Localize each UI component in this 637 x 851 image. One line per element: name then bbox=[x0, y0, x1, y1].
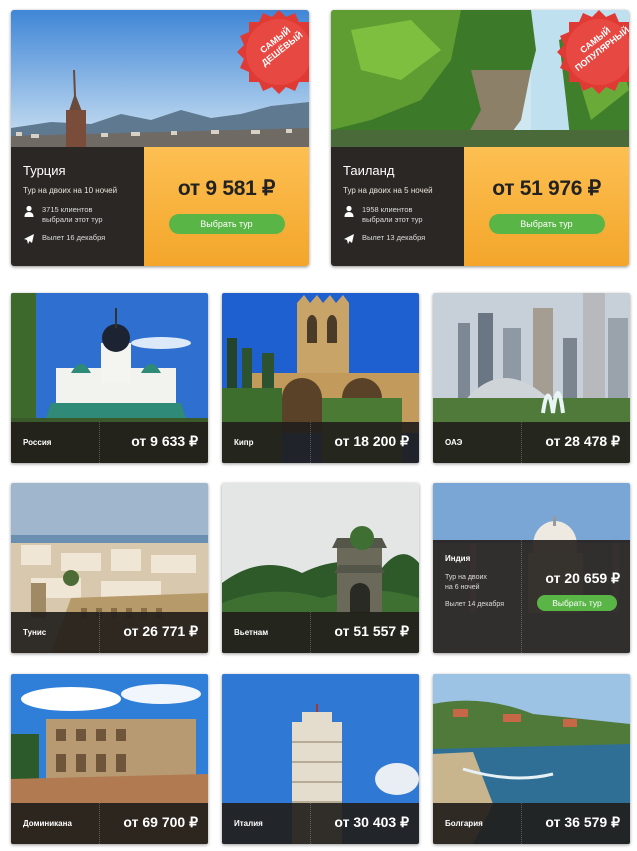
price: от 69 700 ₽ bbox=[123, 814, 198, 830]
tour-card-cyprus[interactable]: Кипр от 18 200 ₽ bbox=[222, 293, 419, 463]
tour-card-bulgaria[interactable]: Болгария от 36 579 ₽ bbox=[433, 674, 630, 844]
featured-price-panel: от 51 976 ₽ Выбрать тур bbox=[464, 147, 629, 266]
price: от 30 403 ₽ bbox=[334, 814, 409, 830]
country-name: Тунис bbox=[23, 628, 47, 637]
tour-duration: Тур на двоих bbox=[445, 574, 487, 581]
price: от 36 579 ₽ bbox=[545, 814, 620, 830]
plane-icon bbox=[344, 234, 354, 244]
card-bar: Вьетнам от 51 557 ₽ bbox=[222, 612, 419, 653]
country-name: Болгария bbox=[445, 819, 483, 828]
card-bar: Индия Тур на двоих на 6 ночей Вылет 14 д… bbox=[433, 540, 630, 653]
clients-count: 3715 клиентов выбрали этот тур bbox=[23, 205, 144, 225]
tour-catalog: Турция Тур на двоих на 10 ночей 3715 кли… bbox=[0, 0, 637, 851]
country-name: Вьетнам bbox=[234, 628, 269, 637]
tour-card-vietnam[interactable]: Вьетнам от 51 557 ₽ bbox=[222, 483, 419, 653]
popular-badge: САМЫЙ ПОПУЛЯРНЫЙ bbox=[556, 10, 629, 94]
choose-tour-button[interactable]: Выбрать тур bbox=[168, 214, 285, 234]
person-icon bbox=[344, 205, 354, 217]
clients-count: 1958 клиентов выбрали этот тур bbox=[343, 205, 464, 225]
tour-card-russia[interactable]: Россия от 9 633 ₽ bbox=[11, 293, 208, 463]
country-name: Кипр bbox=[234, 438, 254, 447]
departure-text: Вылет 14 декабря bbox=[445, 601, 505, 608]
plane-icon bbox=[24, 234, 34, 244]
country-name: Италия bbox=[234, 819, 263, 828]
clients-text-2: выбрали этот тур bbox=[362, 215, 423, 224]
country-name: Таиланд bbox=[343, 163, 395, 178]
tour-card-tunisia[interactable]: Тунис от 26 771 ₽ bbox=[11, 483, 208, 653]
card-bar: ОАЭ от 28 478 ₽ bbox=[433, 422, 630, 463]
tour-card-uae[interactable]: ОАЭ от 28 478 ₽ bbox=[433, 293, 630, 463]
clients-text-2: выбрали этот тур bbox=[42, 215, 103, 224]
departure-date: Вылет 13 декабря bbox=[343, 233, 464, 244]
departure-text: Вылет 16 декабря bbox=[42, 233, 106, 242]
departure-date: Вылет 16 декабря bbox=[23, 233, 144, 244]
tour-card-italy[interactable]: Италия от 30 403 ₽ bbox=[222, 674, 419, 844]
tour-duration: Тур на двоих на 10 ночей bbox=[23, 186, 118, 195]
price: от 51 976 ₽ bbox=[492, 177, 601, 200]
card-bar: Доминикана от 69 700 ₽ bbox=[11, 803, 208, 844]
clients-text: 1958 клиентов bbox=[362, 205, 413, 214]
featured-card-thailand[interactable]: Таиланд Тур на двоих на 5 ночей 1958 кли… bbox=[331, 10, 629, 266]
country-name: Россия bbox=[23, 438, 52, 447]
card-bar: Болгария от 36 579 ₽ bbox=[433, 803, 630, 844]
country-name: Турция bbox=[23, 163, 66, 178]
card-bar: Италия от 30 403 ₽ bbox=[222, 803, 419, 844]
card-bar: Кипр от 18 200 ₽ bbox=[222, 422, 419, 463]
price: от 9 633 ₽ bbox=[131, 433, 198, 449]
price: от 26 771 ₽ bbox=[123, 623, 198, 639]
featured-info-thailand: Таиланд Тур на двоих на 5 ночей 1958 кли… bbox=[331, 147, 464, 266]
tour-duration-2: на 6 ночей bbox=[445, 584, 480, 591]
country-name: Доминикана bbox=[23, 819, 72, 828]
choose-tour-button[interactable]: Выбрать тур bbox=[537, 595, 617, 611]
featured-price-panel: от 9 581 ₽ Выбрать тур bbox=[144, 147, 309, 266]
country-name: Индия bbox=[445, 554, 471, 563]
featured-info-turkey: Турция Тур на двоих на 10 ночей 3715 кли… bbox=[11, 147, 144, 266]
country-name: ОАЭ bbox=[445, 438, 463, 447]
price: от 9 581 ₽ bbox=[177, 177, 276, 200]
cheapest-badge: САМЫЙ ДЕШЁВЫЙ bbox=[236, 10, 309, 94]
card-bar: Россия от 9 633 ₽ bbox=[11, 422, 208, 463]
card-bar: Тунис от 26 771 ₽ bbox=[11, 612, 208, 653]
person-icon bbox=[24, 205, 34, 217]
price: от 20 659 ₽ bbox=[545, 570, 620, 586]
departure-text: Вылет 13 декабря bbox=[362, 233, 426, 242]
choose-tour-button[interactable]: Выбрать тур bbox=[488, 214, 605, 234]
clients-text: 3715 клиентов bbox=[42, 205, 93, 214]
price: от 18 200 ₽ bbox=[334, 433, 409, 449]
featured-card-turkey[interactable]: Турция Тур на двоих на 10 ночей 3715 кли… bbox=[11, 10, 309, 266]
price: от 51 557 ₽ bbox=[334, 623, 409, 639]
price: от 28 478 ₽ bbox=[545, 433, 620, 449]
tour-card-india[interactable]: Индия Тур на двоих на 6 ночей Вылет 14 д… bbox=[433, 483, 630, 653]
tour-card-dominicana[interactable]: Доминикана от 69 700 ₽ bbox=[11, 674, 208, 844]
tour-duration: Тур на двоих на 5 ночей bbox=[343, 186, 433, 195]
